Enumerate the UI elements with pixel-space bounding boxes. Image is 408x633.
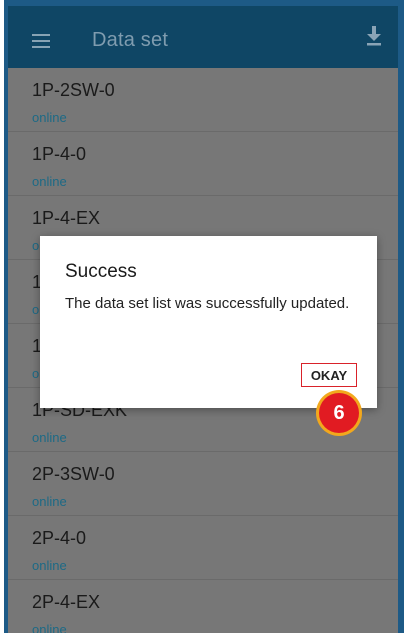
list-item[interactable]: 1P-2SW-0 online (8, 68, 398, 132)
dataset-status: online (32, 110, 67, 125)
dataset-status: online (32, 174, 67, 189)
dataset-status: online (32, 430, 67, 445)
dataset-name: 2P-4-EX (32, 592, 101, 612)
download-icon[interactable] (366, 26, 382, 48)
dataset-name: 2P-3SW-0 (32, 464, 115, 484)
app-bar: Data set (8, 6, 398, 68)
step-number-badge: 6 (319, 393, 359, 433)
dataset-status: online (32, 558, 67, 573)
dataset-status: online (32, 622, 67, 633)
dataset-status: online (32, 494, 67, 509)
app-title: Data set (92, 29, 169, 51)
hamburger-menu-icon[interactable] (32, 34, 50, 48)
list-item[interactable]: 2P-4-0 online (8, 516, 398, 580)
list-item[interactable]: 2P-4-EX online (8, 580, 398, 633)
list-item[interactable]: 1P-4-0 online (8, 132, 398, 196)
dialog-message: The data set list was successfully updat… (65, 295, 350, 312)
dataset-name: 1P-4-0 (32, 144, 87, 164)
dialog-title: Success (65, 261, 137, 282)
dataset-name: 2P-4-0 (32, 528, 87, 548)
dataset-name: 1P-4-EX (32, 208, 101, 228)
list-item[interactable]: 2P-3SW-0 online (8, 452, 398, 516)
dataset-name: 1P-2SW-0 (32, 80, 115, 100)
okay-button[interactable]: OKAY (301, 363, 357, 387)
success-dialog: Success The data set list was successful… (40, 236, 377, 408)
